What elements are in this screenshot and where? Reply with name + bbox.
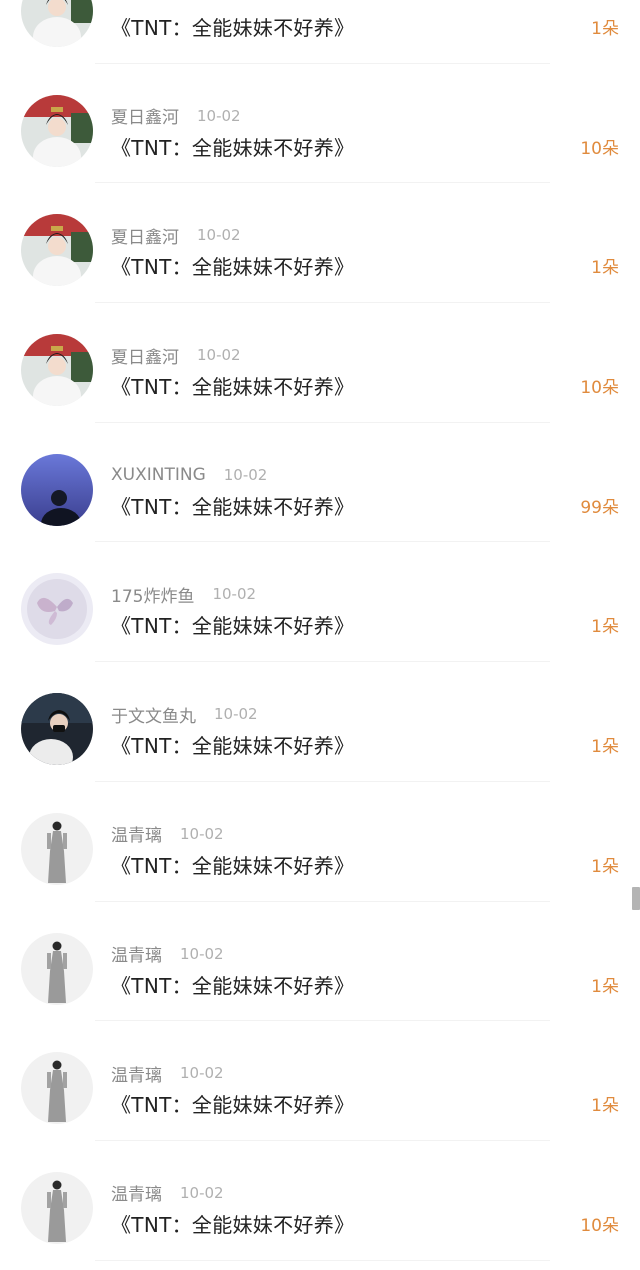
- list-item[interactable]: 夏日鑫河 10-02 《TNT：全能妹妹不好养》 10朵: [0, 303, 640, 423]
- timestamp: 10-02: [197, 346, 241, 365]
- item-meta: 温青璃 10-02: [111, 1180, 224, 1206]
- item-meta: 夏日鑫河 10-02: [111, 103, 241, 129]
- avatar[interactable]: [21, 0, 93, 47]
- work-title[interactable]: 《TNT：全能妹妹不好养》: [111, 610, 354, 639]
- work-title[interactable]: 《TNT：全能妹妹不好养》: [111, 970, 354, 999]
- item-meta: 温青璃 10-02: [111, 941, 224, 967]
- item-meta: 夏日鑫河 10-02: [111, 223, 241, 248]
- username[interactable]: XUXINTING: [111, 465, 206, 485]
- username[interactable]: 175炸炸鱼: [111, 582, 194, 607]
- avatar[interactable]: [21, 932, 93, 1005]
- list-item[interactable]: 《TNT：全能妹妹不好养》 1朵: [0, 0, 640, 64]
- list-item[interactable]: 175炸炸鱼 10-02 《TNT：全能妹妹不好养》 1朵: [0, 542, 640, 663]
- gift-amount: 1朵: [591, 19, 619, 39]
- avatar[interactable]: [21, 693, 93, 766]
- timestamp: 10-02: [214, 705, 258, 724]
- timestamp: 10-02: [180, 1183, 224, 1202]
- item-meta: 夏日鑫河 10-02: [111, 343, 241, 368]
- avatar[interactable]: [21, 94, 93, 167]
- list-item[interactable]: 温青璃 10-02 《TNT：全能妹妹不好养》 10朵: [0, 1141, 640, 1261]
- gift-amount: 1朵: [591, 737, 619, 758]
- gift-amount: 10朵: [580, 1215, 619, 1236]
- work-title[interactable]: 《TNT：全能妹妹不好养》: [111, 491, 354, 520]
- avatar[interactable]: [21, 214, 93, 287]
- gift-amount: 10朵: [580, 378, 619, 399]
- gift-amount: 1朵: [591, 1096, 619, 1117]
- item-meta: 温青璃 10-02: [111, 821, 224, 847]
- timestamp: 10-02: [212, 585, 257, 604]
- list-item[interactable]: 温青璃 10-02 《TNT：全能妹妹不好养》 1朵: [0, 902, 640, 1022]
- username[interactable]: 温青璃: [111, 821, 162, 846]
- username[interactable]: 夏日鑫河: [111, 223, 179, 248]
- avatar[interactable]: [21, 334, 93, 407]
- item-meta: 于文文鱼丸 10-02: [111, 702, 258, 727]
- timestamp: 10-02: [180, 824, 224, 843]
- work-title[interactable]: 《TNT：全能妹妹不好养》: [111, 1209, 354, 1238]
- username[interactable]: 温青璃: [111, 1180, 162, 1205]
- work-title[interactable]: 《TNT：全能妹妹不好养》: [111, 251, 354, 280]
- avatar[interactable]: [21, 1052, 93, 1125]
- timestamp: 10-02: [197, 106, 241, 125]
- gift-amount: 1朵: [591, 856, 619, 877]
- list-item[interactable]: 温青璃 10-02 《TNT：全能妹妹不好养》 1朵: [0, 782, 640, 902]
- avatar[interactable]: [21, 812, 93, 885]
- work-title[interactable]: 《TNT：全能妹妹不好养》: [111, 371, 354, 400]
- timestamp: 10-02: [180, 1064, 224, 1083]
- list-item[interactable]: 温青璃 10-02 《TNT：全能妹妹不好养》 1朵: [0, 1021, 640, 1141]
- username[interactable]: 温青璃: [111, 941, 162, 966]
- gift-amount: 99朵: [580, 497, 619, 518]
- gift-amount: 1朵: [591, 617, 619, 638]
- list-item[interactable]: 夏日鑫河 10-02 《TNT：全能妹妹不好养》 1朵: [0, 183, 640, 304]
- work-title[interactable]: 《TNT：全能妹妹不好养》: [111, 132, 354, 161]
- list-item[interactable]: XUXINTING 10-02 《TNT：全能妹妹不好养》 99朵: [0, 423, 640, 543]
- username[interactable]: 夏日鑫河: [111, 103, 179, 128]
- avatar[interactable]: [21, 453, 93, 526]
- work-title[interactable]: 《TNT：全能妹妹不好养》: [111, 850, 354, 879]
- item-meta: XUXINTING 10-02: [111, 463, 267, 487]
- timestamp: 10-02: [197, 226, 241, 245]
- avatar[interactable]: [21, 1171, 93, 1244]
- list-item[interactable]: 夏日鑫河 10-02 《TNT：全能妹妹不好养》 10朵: [0, 64, 640, 184]
- timestamp: 10-02: [180, 944, 224, 963]
- item-meta: 175炸炸鱼 10-02: [111, 582, 257, 607]
- divider: [95, 1259, 550, 1261]
- gift-amount: 1朵: [591, 258, 619, 279]
- list-item[interactable]: 于文文鱼丸 10-02 《TNT：全能妹妹不好养》 1朵: [0, 662, 640, 782]
- scrollbar-thumb[interactable]: [632, 887, 640, 910]
- work-title[interactable]: 《TNT：全能妹妹不好养》: [111, 12, 354, 41]
- work-title[interactable]: 《TNT：全能妹妹不好养》: [111, 1089, 354, 1118]
- username[interactable]: 夏日鑫河: [111, 343, 179, 368]
- item-meta: 温青璃 10-02: [111, 1061, 224, 1086]
- username[interactable]: 于文文鱼丸: [111, 702, 196, 727]
- gift-record-list[interactable]: 《TNT：全能妹妹不好养》 1朵 夏日鑫河 10-02 《TNT：全能妹妹不好养》 10…: [0, 0, 640, 1261]
- gift-amount: 10朵: [580, 138, 619, 159]
- timestamp: 10-02: [223, 465, 268, 484]
- gift-amount: 1朵: [591, 976, 619, 997]
- work-title[interactable]: 《TNT：全能妹妹不好养》: [111, 730, 354, 759]
- avatar[interactable]: [21, 573, 93, 646]
- username[interactable]: 温青璃: [111, 1061, 162, 1086]
